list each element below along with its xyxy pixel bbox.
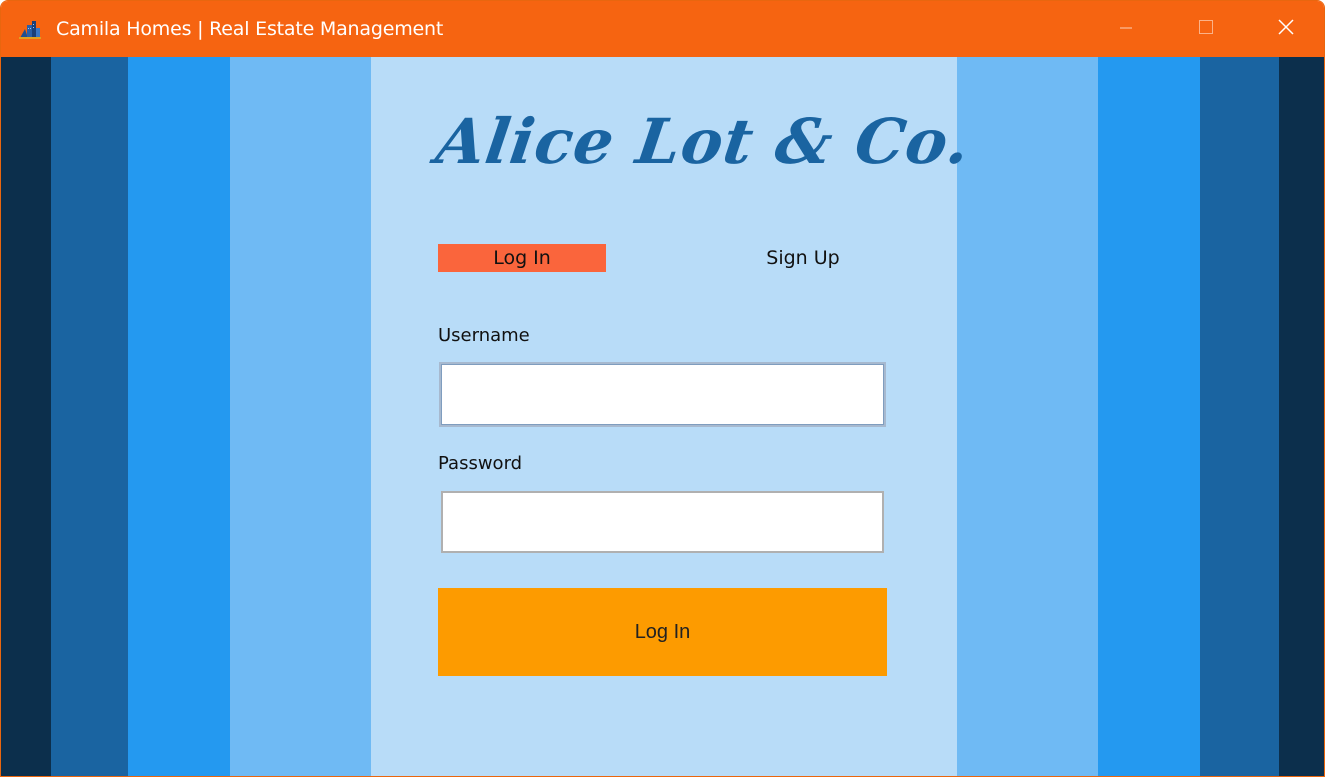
background-stripe [1, 57, 51, 776]
username-input[interactable] [439, 362, 886, 427]
minimize-button[interactable] [1097, 1, 1155, 57]
tab-login[interactable]: Log In [438, 244, 606, 272]
login-panel: Alice Lot & Co. Log In Sign Up Username … [371, 57, 975, 776]
background-stripe [51, 57, 128, 776]
minimize-icon [1119, 20, 1133, 39]
maximize-icon [1198, 19, 1214, 39]
close-button[interactable] [1257, 1, 1315, 57]
background-stripe [957, 57, 1098, 776]
password-input[interactable] [441, 491, 884, 553]
brand-logo: Alice Lot & Co. [431, 105, 976, 178]
app-window: Camila Homes | Real Estate Management Al… [0, 0, 1325, 777]
background-stripe [128, 57, 230, 776]
window-title: Camila Homes | Real Estate Management [56, 18, 444, 40]
maximize-button[interactable] [1177, 1, 1235, 57]
background-stripe [1279, 57, 1324, 776]
background-stripe [1200, 57, 1279, 776]
buildings-icon [19, 19, 41, 39]
background-stripe [1098, 57, 1200, 776]
login-button[interactable]: Log In [438, 588, 887, 676]
close-icon [1277, 18, 1295, 40]
tab-signup[interactable]: Sign Up [743, 244, 863, 272]
client-area: Alice Lot & Co. Log In Sign Up Username … [1, 57, 1324, 776]
username-label: Username [438, 325, 530, 346]
background-stripe [230, 57, 371, 776]
title-bar[interactable]: Camila Homes | Real Estate Management [1, 1, 1324, 57]
password-label: Password [438, 453, 523, 474]
